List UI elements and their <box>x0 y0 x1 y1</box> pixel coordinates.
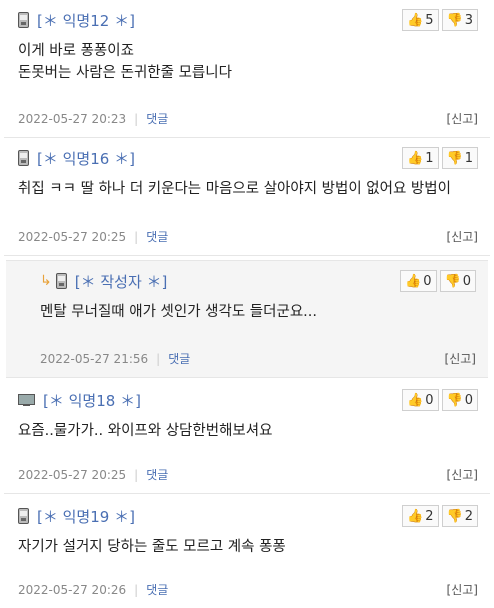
comment-body: 자기가 설거지 당하는 줄도 모르고 계속 퐁퐁 <box>18 536 286 558</box>
comment-header: [＊ 익명19 ＊] <box>18 506 135 526</box>
comment-body: 취집 ㅋㅋ 딸 하나 더 키운다는 마음으로 살아야지 방법이 없어요 방법이 <box>18 178 451 200</box>
like-button[interactable]: 👍 2 <box>402 505 439 527</box>
dislike-count: 3 <box>464 12 473 28</box>
like-button[interactable]: 👍 0 <box>400 270 437 292</box>
vote-buttons: 👍 1 👎 1 <box>402 147 478 169</box>
vote-buttons: 👍 5 👎 3 <box>402 9 478 31</box>
like-button[interactable]: 👍 0 <box>402 389 439 411</box>
comment-text-line: 이게 바로 퐁퐁이죠 <box>18 43 134 59</box>
comment-item: [＊ 익명16 ＊] 👍 1 👎 1 취집 ㅋㅋ 딸 하나 더 키운다는 마음으로 … <box>4 138 490 256</box>
thumbs-up-icon: 👍 <box>407 150 424 166</box>
comment-text-line: 돈못버는 사람은 돈귀한줄 모릅니다 <box>18 65 232 81</box>
mobile-phone-icon <box>18 150 29 166</box>
reply-link[interactable]: 댓글 <box>146 228 168 245</box>
comment-text-line: 멘탈 무너질때 애가 셋인가 생각도 들더군요... <box>40 304 317 320</box>
comment-header: [＊ 익명18 ＊] <box>18 390 141 410</box>
like-button[interactable]: 👍 5 <box>402 9 439 31</box>
like-count: 5 <box>425 12 434 28</box>
vote-buttons: 👍 2 👎 2 <box>402 505 478 527</box>
like-count: 0 <box>423 273 432 289</box>
comment-header: ↳ [＊ 작성자 ＊] <box>40 271 167 291</box>
dislike-count: 0 <box>464 392 473 408</box>
report-link[interactable]: [신고] <box>447 110 478 127</box>
reply-comment-item: ↳ [＊ 작성자 ＊] 👍 0 👎 0 멘탈 무너질때 애가 셋인가 생각도 들더군… <box>6 260 488 378</box>
report-link[interactable]: [신고] <box>445 350 476 367</box>
comment-meta: 2022-05-27 20:23 | 댓글 <box>18 110 168 127</box>
comment-date: 2022-05-27 20:25 <box>18 467 127 482</box>
dislike-button[interactable]: 👎 1 <box>441 147 478 169</box>
thumbs-up-icon: 👍 <box>407 12 424 28</box>
like-count: 2 <box>425 508 434 524</box>
comment-author[interactable]: [＊ 익명12 ＊] <box>37 10 135 31</box>
comment-date: 2022-05-27 20:23 <box>18 111 127 126</box>
comment-header: [＊ 익명12 ＊] <box>18 10 135 30</box>
comment-body: 요즘..물가가.. 와이프와 상담한번해보셔요 <box>18 420 272 442</box>
reply-link[interactable]: 댓글 <box>168 350 190 367</box>
comment-meta: 2022-05-27 20:26 | 댓글 <box>18 581 168 598</box>
thumbs-down-icon: 👎 <box>444 273 461 289</box>
comment-date: 2022-05-27 20:25 <box>18 229 127 244</box>
reply-arrow-icon: ↳ <box>40 273 52 289</box>
reply-link[interactable]: 댓글 <box>146 110 168 127</box>
comment-author[interactable]: [＊ 익명19 ＊] <box>37 506 135 527</box>
comment-date: 2022-05-27 20:26 <box>18 582 127 597</box>
comment-author[interactable]: [＊ 작성자 ＊] <box>75 271 168 292</box>
thumbs-down-icon: 👎 <box>446 392 463 408</box>
dislike-count: 1 <box>464 150 473 166</box>
comment-meta: 2022-05-27 20:25 | 댓글 <box>18 466 168 483</box>
comment-item: [＊ 익명12 ＊] 👍 5 👎 3 이게 바로 퐁퐁이죠 돈못버는 사람은 돈귀한… <box>4 0 490 138</box>
comment-author[interactable]: [＊ 익명18 ＊] <box>43 390 141 411</box>
comment-header: [＊ 익명16 ＊] <box>18 148 135 168</box>
comment-body: 이게 바로 퐁퐁이죠 돈못버는 사람은 돈귀한줄 모릅니다 <box>18 40 232 84</box>
comment-meta: 2022-05-27 20:25 | 댓글 <box>18 228 168 245</box>
report-link[interactable]: [신고] <box>447 581 478 598</box>
thumbs-down-icon: 👎 <box>446 150 463 166</box>
divider: | <box>134 111 139 126</box>
like-count: 0 <box>425 392 434 408</box>
like-button[interactable]: 👍 1 <box>402 147 439 169</box>
dislike-button[interactable]: 👎 0 <box>439 270 476 292</box>
reply-link[interactable]: 댓글 <box>146 581 168 598</box>
report-link[interactable]: [신고] <box>447 466 478 483</box>
comment-author[interactable]: [＊ 익명16 ＊] <box>37 148 135 169</box>
mobile-phone-icon <box>18 12 29 28</box>
dislike-button[interactable]: 👎 0 <box>441 389 478 411</box>
divider: | <box>156 351 161 366</box>
dislike-count: 2 <box>464 508 473 524</box>
comment-item: [＊ 익명18 ＊] 👍 0 👎 0 요즘..물가가.. 와이프와 상담한번해보셔요… <box>4 380 490 494</box>
comment-item: [＊ 익명19 ＊] 👍 2 👎 2 자기가 설거지 당하는 줄도 모르고 계속 퐁… <box>4 496 490 608</box>
comment-text-line: 취집 ㅋㅋ 딸 하나 더 키운다는 마음으로 살아야지 방법이 없어요 방법이 <box>18 181 451 197</box>
thumbs-up-icon: 👍 <box>405 273 422 289</box>
dislike-count: 0 <box>462 273 471 289</box>
thumbs-down-icon: 👎 <box>446 508 463 524</box>
report-link[interactable]: [신고] <box>447 228 478 245</box>
comment-body: 멘탈 무너질때 애가 셋인가 생각도 들더군요... <box>40 301 317 323</box>
mobile-phone-icon <box>18 508 29 524</box>
divider: | <box>134 467 139 482</box>
thumbs-up-icon: 👍 <box>407 392 424 408</box>
divider: | <box>134 582 139 597</box>
reply-link[interactable]: 댓글 <box>146 466 168 483</box>
comment-meta: 2022-05-27 21:56 | 댓글 <box>40 350 190 367</box>
comment-text-line: 요즘..물가가.. 와이프와 상담한번해보셔요 <box>18 423 273 439</box>
like-count: 1 <box>425 150 434 166</box>
vote-buttons: 👍 0 👎 0 <box>400 270 476 292</box>
thumbs-down-icon: 👎 <box>446 12 463 28</box>
divider: | <box>134 229 139 244</box>
comment-text-line: 자기가 설거지 당하는 줄도 모르고 계속 퐁퐁 <box>18 539 286 555</box>
mobile-phone-icon <box>55 273 67 289</box>
dislike-button[interactable]: 👎 2 <box>441 505 478 527</box>
dislike-button[interactable]: 👎 3 <box>441 9 478 31</box>
vote-buttons: 👍 0 👎 0 <box>402 389 478 411</box>
desktop-pc-icon <box>18 393 35 407</box>
thumbs-up-icon: 👍 <box>407 508 424 524</box>
comment-date: 2022-05-27 21:56 <box>40 351 149 366</box>
